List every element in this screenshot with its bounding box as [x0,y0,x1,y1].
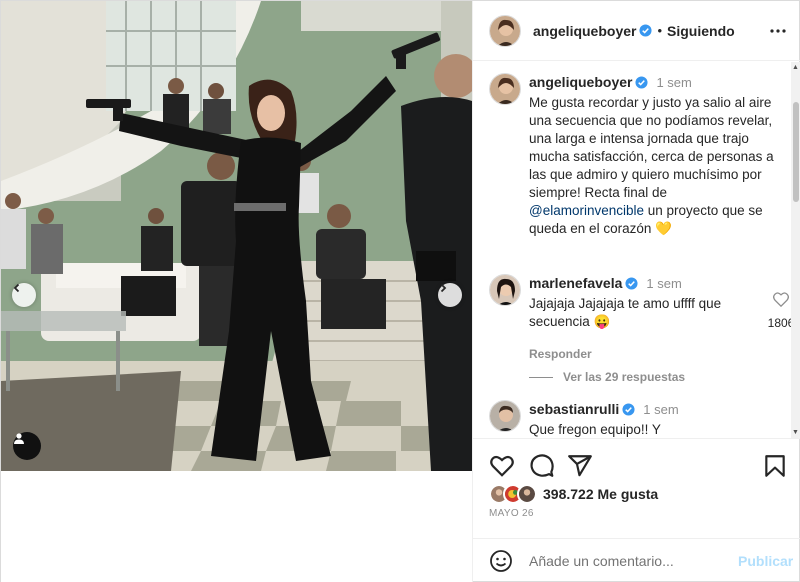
share-send-icon[interactable] [567,453,593,479]
comments-scrollbar[interactable]: ▲ ▼ [791,62,800,438]
verified-badge-icon [622,403,635,416]
media-footer-space [1,471,472,582]
more-horizontal-icon [770,29,786,33]
caption-avatar[interactable] [489,73,521,105]
likes-summary[interactable]: 398.722 Me gusta [489,484,658,504]
caption-time[interactable]: 1 sem [656,75,691,90]
post-side-panel: angeliqueboyer • Siguiendo angeliqueboye… [472,1,800,582]
photo-scene [1,1,472,471]
author-username[interactable]: angeliqueboyer [533,23,636,39]
author-avatar[interactable] [489,14,521,47]
post-date[interactable]: MAYO 26 [489,508,534,519]
verified-badge-icon [625,277,638,290]
publish-button[interactable]: Publicar [738,553,793,569]
comment-text: Que fregon equipo!! Y [529,422,661,437]
commenter-username[interactable]: sebastianrulli [529,401,619,417]
post-photo[interactable] [1,1,472,471]
emoji-icon[interactable] [489,549,513,573]
commenter-username[interactable]: marlenefavela [529,275,622,291]
add-comment-bar: Publicar [473,538,800,582]
caption-author[interactable]: angeliqueboyer [529,74,632,90]
comment-time[interactable]: 1 sem [643,402,678,417]
view-replies-button[interactable]: Ver las 29 respuestas [529,370,685,384]
header-separator: • [657,23,663,38]
verified-badge-icon [635,76,649,89]
comment-body: sebastianrulli 1 sem Que fregon equipo!! … [529,400,774,438]
comment-time[interactable]: 1 sem [646,276,681,291]
scroll-up-icon[interactable]: ▲ [792,64,799,71]
reply-button[interactable]: Responder [529,345,774,363]
scroll-thumb[interactable] [793,102,799,202]
comment-text: Jajajaja Jajajaja te amo uffff que secue… [529,296,722,329]
comment-input[interactable] [529,553,724,569]
caption-text: Me gusta recordar y justo ya salio al ai… [529,95,774,236]
previous-photo-button[interactable] [12,283,36,307]
user-icon [14,433,24,444]
commenter-avatar[interactable] [489,400,521,432]
likes-count[interactable]: 398.722 Me gusta [543,486,658,502]
verified-badge-icon [639,24,653,37]
caption-body: angeliqueboyer 1 sem Me gusta recordar y … [529,73,774,238]
instagram-post: angeliqueboyer • Siguiendo angeliqueboye… [0,0,800,582]
comments-list[interactable]: angeliqueboyer 1 sem Me gusta recordar y … [473,62,800,438]
more-options-button[interactable] [768,21,788,41]
comment-bubble-icon[interactable] [529,453,555,479]
following-button[interactable]: Siguiendo [667,23,735,39]
comment-body: marlenefavela 1 sem Jajajaja Jajajaja te … [529,274,774,363]
like-heart-icon[interactable] [489,453,515,479]
scroll-down-icon[interactable]: ▼ [792,429,799,436]
chevron-left-icon [13,283,20,293]
caption-mention-link[interactable]: @elamorinvencible [529,203,644,218]
liker-avatar [517,484,537,504]
next-photo-button[interactable] [438,283,462,307]
chevron-right-icon [440,283,447,293]
tagged-users-button[interactable] [13,432,41,460]
post-actions [473,438,800,488]
post-header: angeliqueboyer • Siguiendo [473,1,800,61]
save-bookmark-icon[interactable] [762,453,788,479]
commenter-avatar[interactable] [489,274,521,306]
replies-divider [529,376,553,378]
heart-icon[interactable] [773,292,789,308]
